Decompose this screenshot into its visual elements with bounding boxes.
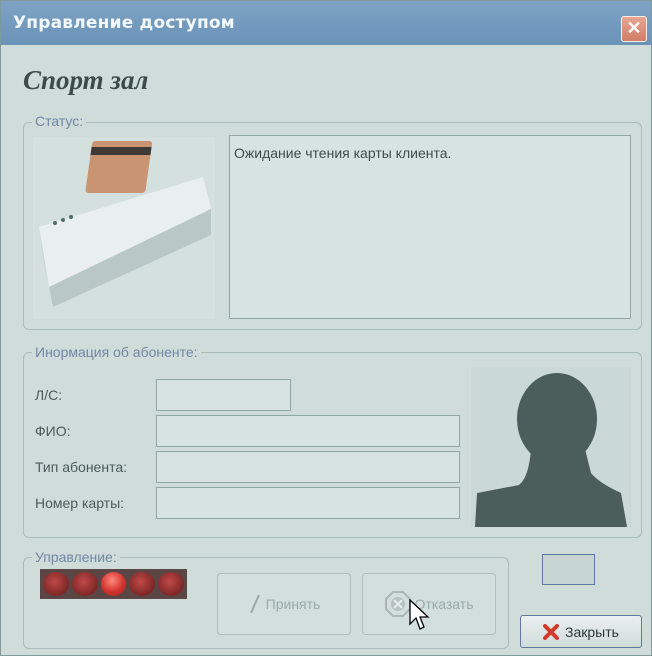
close-button-label: Закрыть (565, 623, 619, 640)
account-field[interactable] (156, 379, 291, 411)
led-2 (71, 572, 98, 596)
subscriber-type-label: Тип абонента: (35, 459, 127, 475)
led-4 (129, 572, 156, 596)
red-x-icon (543, 623, 560, 640)
window-title: Управление доступом (13, 13, 235, 33)
led-indicator-strip (40, 569, 187, 599)
access-control-window: Управление доступом ✕ Спорт зал Статус: … (0, 0, 652, 656)
led-1 (43, 572, 69, 596)
accept-button-label: Принять (265, 596, 321, 612)
card-reader-image (33, 137, 215, 319)
card-number-label: Номер карты: (35, 495, 125, 511)
subscriber-photo (471, 367, 631, 527)
accept-button[interactable]: Принять (217, 573, 351, 635)
page-title: Спорт зал (23, 65, 149, 95)
control-group-label: Управление: (32, 549, 120, 565)
full-name-field[interactable] (156, 415, 460, 447)
title-bar[interactable]: Управление доступом ✕ (1, 1, 651, 45)
cross-circle-icon (384, 591, 411, 617)
card-number-field[interactable] (156, 487, 460, 519)
subscriber-type-field[interactable] (156, 451, 460, 483)
close-button[interactable]: Закрыть (520, 615, 642, 648)
subscriber-info-label: Инормация об абоненте: (32, 344, 201, 360)
status-message: Ожидание чтения карты клиента. (229, 135, 631, 319)
status-group-label: Статус: (32, 113, 87, 129)
mouse-cursor-icon (409, 599, 430, 630)
status-indicator-box (542, 554, 595, 585)
window-close-icon[interactable]: ✕ (621, 16, 647, 42)
slash-icon (249, 594, 260, 614)
account-label: Л/С: (35, 387, 63, 403)
full-name-label: ФИО: (35, 423, 71, 439)
led-3 (100, 572, 127, 596)
led-5 (158, 572, 184, 596)
